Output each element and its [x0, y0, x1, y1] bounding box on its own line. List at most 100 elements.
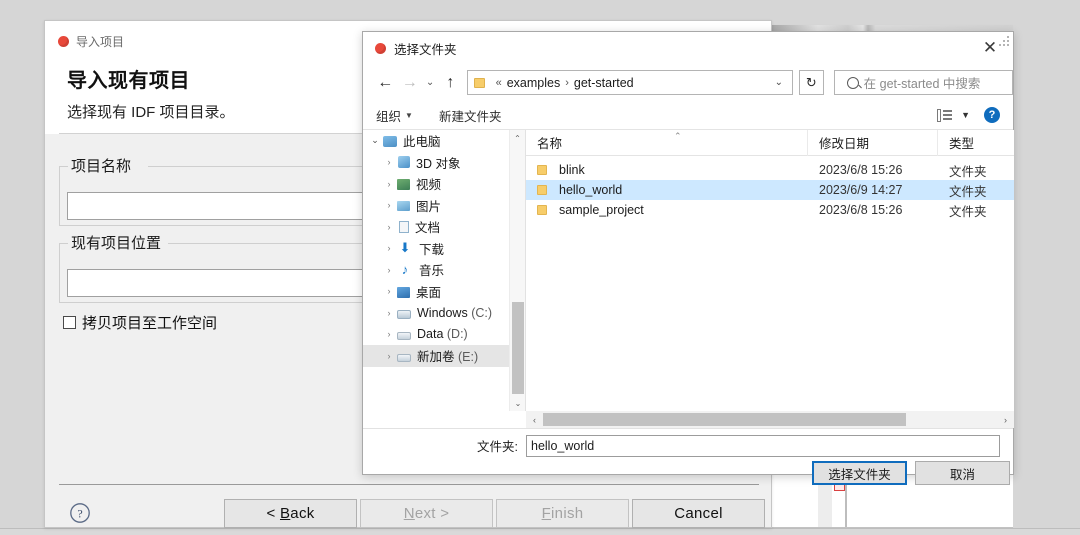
breadcrumb-examples[interactable]: examples [507, 76, 561, 90]
cancel-button[interactable]: Cancel [632, 499, 765, 528]
column-header-type[interactable]: 类型 [938, 130, 1014, 156]
finish-button[interactable]: Finish [496, 499, 629, 528]
file-type-cell: 文件夹 [949, 164, 987, 179]
address-prefix: « [495, 76, 502, 89]
column-header-name[interactable]: 名称 [526, 130, 808, 156]
help-circle-icon[interactable]: ? [984, 107, 1000, 123]
cancel-folder-button[interactable]: 取消 [915, 461, 1010, 485]
folder-field-label: 文件夹: [477, 440, 518, 454]
recent-locations-chevron-down-icon[interactable]: ⌄ [422, 77, 438, 88]
this-pc-icon [383, 136, 397, 148]
copy-to-workspace-label: 拷贝项目至工作空间 [82, 315, 218, 332]
tree-item-label: 文档 [415, 221, 441, 236]
search-icon [846, 76, 859, 89]
svg-text:?: ? [77, 506, 82, 520]
search-placeholder: 在 get-started 中搜索 [863, 77, 981, 91]
3d-objects-icon [398, 156, 410, 169]
scrollbar-track[interactable] [543, 411, 997, 428]
file-list-pane[interactable]: ⌃ 名称 修改日期 类型 blink 2023/6/8 15:26 文件夹 hello… [526, 130, 1014, 411]
tree-item-4[interactable]: › 文档 [363, 216, 509, 238]
column-header-date[interactable]: 修改日期 [808, 130, 938, 156]
address-chevron-down-icon[interactable]: ⌄ [775, 77, 783, 88]
search-box[interactable]: 在 get-started 中搜索 [833, 70, 1013, 95]
scroll-down-icon[interactable]: ⌄ [510, 395, 526, 411]
folder-name-input[interactable]: hello_world [526, 434, 1000, 457]
back-button[interactable]: < Back [224, 499, 357, 528]
tree-item-5[interactable]: › ⬇ 下载 [363, 238, 509, 260]
tree-item-8[interactable]: › Windows (C:) [363, 302, 509, 324]
scroll-up-icon[interactable]: ⌃ [510, 130, 525, 146]
table-row[interactable]: hello_world 2023/6/9 14:27 文件夹 [526, 180, 1014, 200]
tree-item-label: 3D 对象 [416, 156, 461, 171]
copy-to-workspace-row[interactable]: 拷贝项目至工作空间 [63, 312, 217, 333]
group-border-left [60, 243, 68, 244]
tree-vertical-scrollbar[interactable]: ⌃ ⌄ [509, 130, 525, 411]
tree-item-label: 新加卷 (E:) [417, 350, 479, 365]
chevron-down-icon[interactable]: ⌄ [367, 135, 383, 146]
resize-grip[interactable] [999, 36, 1010, 46]
chevron-right-icon[interactable]: › [381, 222, 397, 232]
tree-item-3[interactable]: › 图片 [363, 195, 509, 217]
folder-icon [537, 185, 547, 195]
tree-item-7[interactable]: › 桌面 [363, 281, 509, 303]
organize-menu[interactable]: 组织 ▼ [376, 106, 413, 125]
new-folder-button[interactable]: 新建文件夹 [439, 106, 502, 125]
pictures-icon [397, 201, 410, 212]
next-button[interactable]: Next > [360, 499, 493, 528]
file-dialog-titlebar: 选择文件夹 [363, 32, 1013, 64]
project-location-label: 现有项目位置 [68, 232, 167, 253]
view-chevron-down-icon[interactable]: ▼ [961, 110, 970, 120]
tree-item-label: 图片 [416, 199, 442, 214]
file-date-cell: 2023/6/8 15:26 [819, 203, 903, 217]
chevron-right-icon[interactable]: › [381, 329, 397, 339]
espressif-logo-icon [58, 36, 69, 47]
view-list-icon[interactable] [937, 108, 953, 122]
breadcrumb-get-started[interactable]: get-started [574, 76, 634, 90]
refresh-icon[interactable]: ↻ [799, 70, 824, 95]
chevron-right-icon[interactable]: › [381, 351, 397, 361]
system-drive-icon [397, 309, 411, 319]
tree-item-6[interactable]: › ♪ 音乐 [363, 259, 509, 281]
file-date-cell: 2023/6/8 15:26 [819, 163, 903, 177]
chevron-right-icon[interactable]: › [381, 157, 397, 167]
forward-navigation-icon[interactable]: → [398, 74, 423, 91]
scrollbar-thumb[interactable] [543, 413, 906, 426]
tree-item-label: 下载 [419, 242, 445, 257]
downloads-icon: ⬇ [399, 240, 411, 256]
back-button-label: < Back [266, 505, 315, 522]
up-navigation-icon[interactable]: ↑ [438, 74, 463, 91]
project-name-label: 项目名称 [68, 155, 137, 176]
tree-item-2[interactable]: › 视频 [363, 173, 509, 195]
chevron-right-icon[interactable]: › [381, 200, 397, 210]
tree-item-10[interactable]: › 新加卷 (E:) [363, 345, 509, 367]
address-bar[interactable]: « examples › get-started ⌄ [466, 70, 794, 95]
folder-icon [537, 205, 547, 215]
scroll-left-icon[interactable]: ‹ [526, 415, 543, 425]
scroll-right-icon[interactable]: › [997, 415, 1014, 425]
scrollbar-thumb[interactable] [512, 302, 524, 394]
file-list-horizontal-scrollbar[interactable]: ‹ › [526, 411, 1014, 428]
tree-item-0[interactable]: ⌄ 此电脑 [363, 130, 509, 152]
select-folder-button[interactable]: 选择文件夹 [812, 461, 907, 485]
file-type-cell: 文件夹 [949, 184, 987, 199]
chevron-right-icon[interactable]: › [381, 308, 397, 318]
back-navigation-icon[interactable]: ← [373, 74, 398, 91]
file-dialog-toolbar: 组织 ▼ 新建文件夹 ▼ ? [363, 101, 1013, 130]
tree-item-9[interactable]: › Data (D:) [363, 324, 509, 346]
table-row[interactable]: blink 2023/6/8 15:26 文件夹 [526, 160, 1014, 180]
chevron-right-icon[interactable]: › [381, 265, 397, 275]
help-icon[interactable]: ? [69, 502, 91, 524]
navigation-tree-pane[interactable]: ⌄ 此电脑 › 3D 对象 › 视频 › 图片 › 文档 › ⬇ 下载 › ♪ 音乐 › 桌面 › Windows (… [363, 130, 509, 411]
drive-icon [397, 353, 411, 362]
chevron-right-icon[interactable]: › [381, 179, 397, 189]
tree-item-label: 此电脑 [403, 135, 441, 150]
copy-to-workspace-checkbox[interactable] [63, 316, 76, 329]
chevron-right-icon[interactable]: › [381, 243, 397, 253]
file-dialog-navigation-bar: ← → ⌄ ↑ « examples › get-started ⌄ ↻ 在 g… [363, 64, 1013, 101]
tree-item-1[interactable]: › 3D 对象 [363, 152, 509, 174]
file-name-cell: sample_project [526, 203, 808, 217]
music-icon: ♪ [401, 261, 409, 277]
table-row[interactable]: sample_project 2023/6/8 15:26 文件夹 [526, 200, 1014, 220]
organize-label: 组织 [376, 109, 402, 124]
chevron-right-icon[interactable]: › [381, 286, 397, 296]
